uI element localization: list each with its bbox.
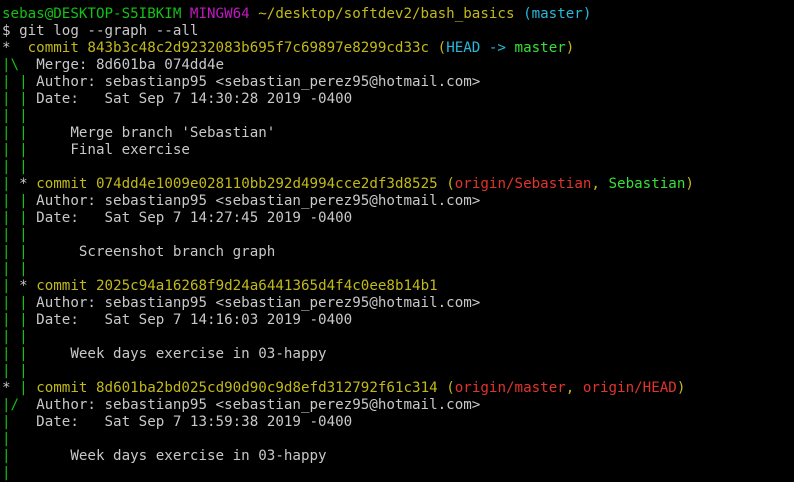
date-line: | | Date: Sat Sep 7 14:16:03 2019 -0400 xyxy=(2,312,353,328)
commit-author: Author: sebastianp95 <sebastian_perez95@… xyxy=(36,74,481,90)
refs-close: ) xyxy=(565,40,575,56)
graph-spacer: | xyxy=(2,431,11,447)
remote-branch-ref: origin/Sebastian xyxy=(454,176,592,192)
command-text: git log --graph --all xyxy=(19,23,199,39)
local-branch-ref: Sebastian xyxy=(608,176,686,192)
refs-separator: , xyxy=(565,380,583,396)
commit-date: Date: Sat Sep 7 14:30:28 2019 -0400 xyxy=(36,91,353,107)
graph-spacer: | xyxy=(2,465,11,481)
message-line: | | Screenshot branch graph xyxy=(2,244,276,260)
graph-marker: * xyxy=(2,40,28,56)
remote-head-ref: origin/HEAD xyxy=(582,380,677,396)
prompt-symbol: $ xyxy=(2,23,11,39)
commit-hash: 843b3c48c2d9232083b695f7c69897e8299cd33c xyxy=(87,40,430,56)
current-path: ~/desktop/softdev2/bash_basics xyxy=(258,6,515,22)
refs-open: ( xyxy=(446,176,455,192)
commit-label: commit xyxy=(36,380,88,396)
git-branch-indicator: (master) xyxy=(523,6,592,22)
commit-author: Author: sebastianp95 <sebastian_perez95@… xyxy=(36,397,481,413)
head-ref: HEAD -> xyxy=(446,40,515,56)
message-line: | Week days exercise in 03-happy xyxy=(2,448,327,464)
graph-edge: | | xyxy=(2,91,28,107)
commit-message: Final exercise xyxy=(70,142,190,158)
refs-open: ( xyxy=(437,40,447,56)
graph-marker: * xyxy=(19,278,37,294)
commit-label: commit xyxy=(27,40,79,56)
merge-parents: Merge: 8d601ba 074dd4e xyxy=(36,57,225,73)
merge-line: |\ Merge: 8d601ba 074dd4e xyxy=(2,57,794,74)
commit-message: Week days exercise in 03-happy xyxy=(70,448,327,464)
refs-separator: , xyxy=(591,176,609,192)
graph-spacer: | | xyxy=(2,261,28,277)
commit-line: * | commit 8d601ba2bd025cd90d90c9d8efd31… xyxy=(2,380,686,396)
graph-spacer: | | xyxy=(2,227,28,243)
commit-label: commit xyxy=(36,176,88,192)
refs-open: ( xyxy=(446,380,455,396)
message-line: | | Final exercise xyxy=(2,142,190,158)
commit-message: Merge branch 'Sebastian' xyxy=(70,125,276,141)
graph-spacer: | | xyxy=(2,108,28,124)
terminal-window[interactable]: sebas@DESKTOP-S5IBKIM MINGW64 ~/desktop/… xyxy=(0,0,794,481)
graph-spacer: | | xyxy=(2,329,28,345)
author-line: | | Author: sebastianp95 <sebastian_pere… xyxy=(2,295,481,311)
commit-message: Screenshot branch graph xyxy=(78,244,276,260)
shell-name: MINGW64 xyxy=(189,6,250,22)
commit-line: | * commit 074dd4e1009e028110bb292d4994c… xyxy=(2,176,694,192)
date-line: | Date: Sat Sep 7 13:59:38 2019 -0400 xyxy=(2,414,353,430)
author-line: | | Author: sebastianp95 <sebastian_pere… xyxy=(2,74,794,91)
message-line: | | Week days exercise in 03-happy xyxy=(2,346,327,362)
commit-line: | * commit 2025c94a16268f9d24a6441365d4f… xyxy=(2,278,438,294)
author-line: |/ Author: sebastianp95 <sebastian_perez… xyxy=(2,397,481,413)
graph-marker: * xyxy=(19,176,37,192)
commit-date: Date: Sat Sep 7 13:59:38 2019 -0400 xyxy=(36,414,353,430)
commit-hash: 074dd4e1009e028110bb292d4994cce2df3d8525 xyxy=(95,176,438,192)
graph-spacer: | | xyxy=(2,159,28,175)
graph-spacer: | | xyxy=(2,363,28,379)
commit-date: Date: Sat Sep 7 14:27:45 2019 -0400 xyxy=(36,210,353,226)
graph-edge: | | xyxy=(2,74,28,90)
graph-edge: |\ xyxy=(2,57,20,73)
graph-marker: * xyxy=(2,380,20,396)
date-line: | | Date: Sat Sep 7 14:30:28 2019 -0400 xyxy=(2,91,794,108)
commit-line: * commit 843b3c48c2d9232083b695f7c69897e… xyxy=(2,40,794,57)
local-branch-ref: master xyxy=(514,40,566,56)
commit-hash: 8d601ba2bd025cd90d90c9d8efd312792f61c314 xyxy=(95,380,438,396)
remote-branch-ref: origin/master xyxy=(454,380,566,396)
date-line: | | Date: Sat Sep 7 14:27:45 2019 -0400 xyxy=(2,210,353,226)
commit-date: Date: Sat Sep 7 14:16:03 2019 -0400 xyxy=(36,312,353,328)
commit-hash: 2025c94a16268f9d24a6441365d4f4c0ee8b14b1 xyxy=(95,278,438,294)
prompt-line: sebas@DESKTOP-S5IBKIM MINGW64 ~/desktop/… xyxy=(2,6,794,23)
commit-message: Week days exercise in 03-happy xyxy=(70,346,327,362)
refs-close: ) xyxy=(685,176,694,192)
commit-author: Author: sebastianp95 <sebastian_perez95@… xyxy=(36,193,481,209)
refs-close: ) xyxy=(676,380,686,396)
user-host: sebas@DESKTOP-S5IBKIM xyxy=(2,6,182,22)
commit-author: Author: sebastianp95 <sebastian_perez95@… xyxy=(36,295,481,311)
author-line: | | Author: sebastianp95 <sebastian_pere… xyxy=(2,193,481,209)
message-line: | | Merge branch 'Sebastian' xyxy=(2,125,276,141)
command-line[interactable]: $ git log --graph --all xyxy=(2,23,794,40)
commit-label: commit xyxy=(36,278,88,294)
